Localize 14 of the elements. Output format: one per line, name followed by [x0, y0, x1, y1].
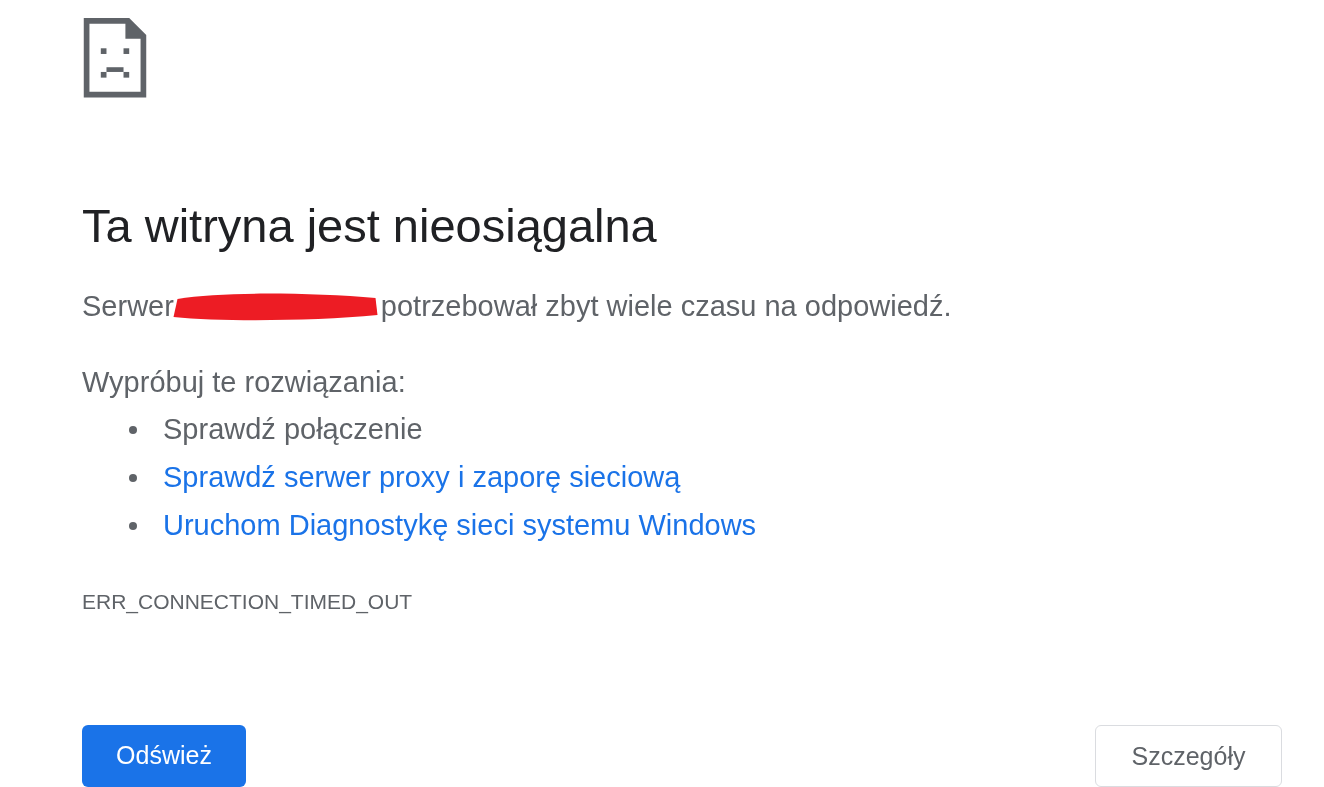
- reload-button[interactable]: Odśwież: [82, 725, 246, 787]
- error-code: ERR_CONNECTION_TIMED_OUT: [82, 588, 414, 616]
- bullet-icon: [129, 425, 137, 434]
- suggestion-text: Sprawdź połączenie: [163, 411, 423, 447]
- message-text: potrzebował zbyt wiele czasu na odpowiedź.: [380, 288, 952, 324]
- suggestions-intro: Wypróbuj te rozwiązania:: [82, 364, 407, 400]
- page-heading: Ta witryna jest nieosiągalna: [82, 197, 658, 254]
- bullet-icon: [129, 473, 137, 482]
- sad-page-icon: [82, 18, 148, 98]
- bullet-icon: [129, 521, 137, 530]
- details-button[interactable]: Szczegóły: [1095, 725, 1282, 787]
- suggestion-link[interactable]: Sprawdź serwer proxy i zaporę sieciową: [163, 455, 681, 500]
- message-text: Serwer: [82, 288, 174, 324]
- suggestion-link[interactable]: Uruchom Diagnostykę sieci systemu Windows: [163, 503, 757, 548]
